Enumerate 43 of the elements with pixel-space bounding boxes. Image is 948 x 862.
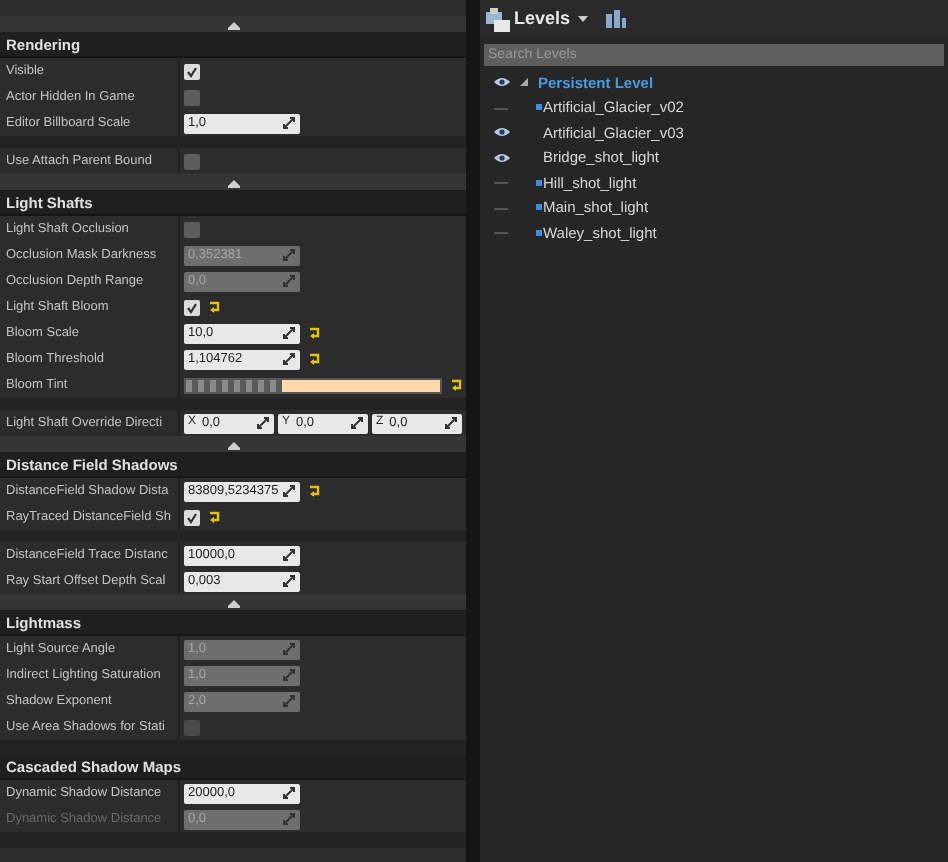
check-icon xyxy=(186,301,198,313)
drag-handle-icon[interactable] xyxy=(282,548,296,562)
drag-handle-icon[interactable] xyxy=(282,484,296,498)
checkbox[interactable] xyxy=(184,299,200,315)
checkbox[interactable] xyxy=(184,153,200,169)
drag-handle-icon[interactable] xyxy=(350,416,364,430)
eye-icon[interactable] xyxy=(494,126,510,139)
drag-handle-icon[interactable] xyxy=(256,416,270,430)
levels-icon xyxy=(486,7,510,31)
panel-title[interactable]: Levels xyxy=(514,5,571,33)
drag-handle-icon[interactable] xyxy=(444,416,458,430)
reset-icon[interactable] xyxy=(308,484,320,498)
eye-icon[interactable] xyxy=(494,151,510,164)
reset-icon[interactable] xyxy=(450,378,462,392)
drag-handle-icon[interactable] xyxy=(282,352,296,366)
drag-handle-icon[interactable] xyxy=(282,574,296,588)
checkbox[interactable] xyxy=(184,89,200,105)
eye-icon[interactable] xyxy=(494,76,510,89)
expand-arrow-icon[interactable] xyxy=(225,597,241,607)
checkbox[interactable] xyxy=(184,221,200,237)
expand-arrow-icon[interactable] xyxy=(225,439,241,449)
drag-handle-icon[interactable] xyxy=(282,116,296,130)
expand-triangle-icon[interactable] xyxy=(520,78,528,87)
check-icon xyxy=(186,65,198,77)
reset-icon[interactable] xyxy=(308,352,320,366)
reset-icon[interactable] xyxy=(308,326,320,340)
toolbar-icon[interactable] xyxy=(604,8,629,30)
check-icon xyxy=(186,511,198,523)
advanced-toggle-bar[interactable] xyxy=(0,594,466,612)
advanced-toggle-bar[interactable] xyxy=(0,16,466,34)
expand-arrow-icon[interactable] xyxy=(225,177,241,187)
checkbox[interactable] xyxy=(184,509,200,525)
drag-handle-icon[interactable] xyxy=(282,786,296,800)
checkbox[interactable] xyxy=(184,63,200,79)
reset-icon[interactable] xyxy=(208,510,220,524)
dropdown-caret-icon[interactable] xyxy=(578,16,589,22)
scrollbar-track[interactable] xyxy=(466,0,480,862)
advanced-toggle-bar[interactable] xyxy=(0,436,466,454)
advanced-toggle-bar[interactable] xyxy=(0,174,466,192)
drag-handle-icon[interactable] xyxy=(282,326,296,340)
reset-icon[interactable] xyxy=(208,300,220,314)
color-swatch[interactable] xyxy=(184,377,442,393)
expand-arrow-icon[interactable] xyxy=(225,19,241,29)
